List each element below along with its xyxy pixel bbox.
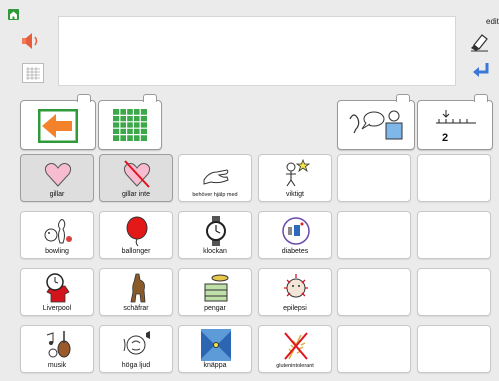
symbol-cell[interactable]: pengar [178, 268, 252, 316]
speaker-icon[interactable] [19, 31, 43, 51]
symbol-label: Liverpool [42, 305, 72, 312]
symbol-label: glutenintolerant [276, 363, 314, 369]
symbol-label: epilepsi [283, 305, 307, 312]
symbol-label: gillar inte [121, 191, 150, 198]
bowling-icon [43, 215, 73, 247]
message-box[interactable] [58, 16, 456, 86]
grid-icon [113, 109, 147, 146]
enter-arrow-icon[interactable] [470, 60, 492, 80]
number-line-icon [434, 109, 478, 136]
symbol-cell[interactable]: bowling [20, 211, 94, 259]
button-up-icon [201, 329, 231, 361]
symbol-label: gillar [49, 191, 65, 198]
home-icon[interactable] [8, 9, 19, 20]
symbol-cell[interactable]: höga ljud [99, 325, 173, 373]
number-button[interactable]: 2 [417, 94, 493, 150]
symbol-cell[interactable]: glutenintolerant [258, 325, 332, 373]
symbol-cell[interactable]: gillar inte [99, 154, 173, 202]
edit-button[interactable]: edit [486, 17, 499, 26]
symbol-cell[interactable]: klockan [178, 211, 252, 259]
symbol-label: musik [47, 362, 67, 369]
music-icon [43, 329, 73, 361]
epilepsy-icon [281, 272, 311, 304]
empty-cell[interactable] [417, 325, 491, 373]
empty-cell[interactable] [337, 268, 411, 316]
empty-cell[interactable] [337, 325, 411, 373]
symbol-label: diabetes [281, 248, 309, 255]
loud-noise-icon [122, 329, 152, 361]
watch-icon [201, 215, 231, 247]
empty-cell[interactable] [417, 154, 491, 202]
symbol-label: höga ljud [121, 362, 151, 369]
gluten-icon [281, 329, 311, 361]
symbol-label: knäppa [203, 362, 227, 369]
symbol-label: ballonger [121, 248, 151, 255]
symbol-label: pengar [204, 305, 226, 312]
keyboard-grid-icon[interactable] [22, 63, 44, 83]
back-arrow-icon [37, 108, 79, 148]
money-icon [201, 272, 231, 304]
grid-button[interactable] [98, 94, 162, 150]
eraser-icon[interactable] [468, 31, 492, 53]
heart-icon [43, 158, 73, 190]
symbol-cell[interactable]: Liverpool [20, 268, 94, 316]
symbol-cell[interactable]: epilepsi [258, 268, 332, 316]
speech-person-icon [346, 107, 408, 150]
symbol-label: viktigt [286, 191, 304, 198]
important-person-icon [281, 158, 311, 190]
symbol-label: behöver hjälp med [192, 192, 238, 198]
diabetes-icon [281, 215, 311, 247]
symbol-cell[interactable]: behöver hjälp med [178, 154, 252, 202]
helping-hand-icon [201, 158, 231, 190]
empty-cell[interactable] [417, 211, 491, 259]
balloon-icon [122, 215, 152, 247]
dog-icon [122, 272, 152, 304]
symbol-cell[interactable]: gillar [20, 154, 94, 202]
symbol-label: bowling [45, 248, 69, 255]
symbol-cell[interactable]: knäppa [178, 325, 252, 373]
liverpool-icon [43, 272, 73, 304]
crossed-heart-icon [122, 158, 152, 190]
symbol-label: klockan [203, 248, 227, 255]
number-label: 2 [442, 132, 449, 144]
symbol-cell[interactable]: schäfrar [99, 268, 173, 316]
symbol-cell[interactable]: musik [20, 325, 94, 373]
symbol-cell[interactable]: viktigt [258, 154, 332, 202]
symbol-cell[interactable]: ballonger [99, 211, 173, 259]
talk-button[interactable] [337, 94, 415, 150]
symbol-label: schäfrar [123, 305, 149, 312]
empty-cell[interactable] [337, 211, 411, 259]
empty-cell[interactable] [417, 268, 491, 316]
empty-cell[interactable] [337, 154, 411, 202]
symbol-cell[interactable]: diabetes [258, 211, 332, 259]
back-button[interactable] [20, 94, 96, 150]
